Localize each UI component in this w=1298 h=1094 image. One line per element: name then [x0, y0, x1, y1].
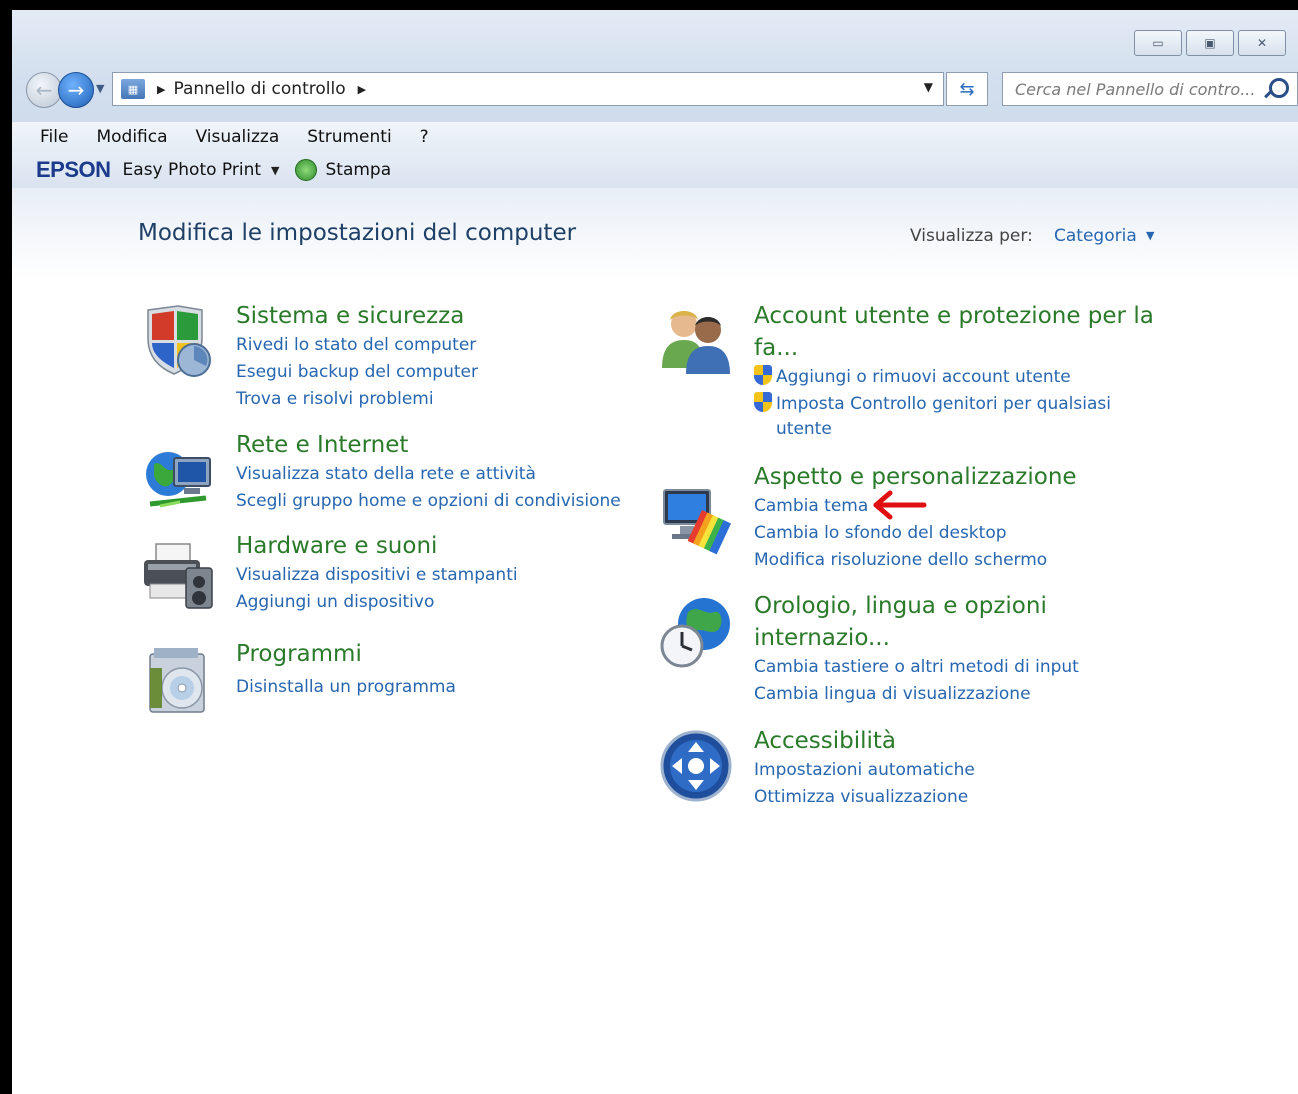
link-backup[interactable]: Esegui backup del computer [236, 359, 478, 386]
accessibility-icon[interactable] [658, 728, 734, 804]
epson-logo: EPSON [36, 157, 111, 182]
control-panel-icon: ▦ [121, 79, 145, 99]
forward-button[interactable]: → [58, 72, 94, 108]
link-devices-printers[interactable]: Visualizza dispositivi e stampanti [236, 562, 518, 589]
link-automatic-settings[interactable]: Impostazioni automatiche [754, 757, 975, 784]
category-title[interactable]: Hardware e suoni [236, 530, 518, 562]
search-icon[interactable] [1269, 78, 1289, 98]
link-uninstall-program[interactable]: Disinstalla un programma [236, 674, 456, 701]
minimize-button[interactable]: ▭ [1134, 30, 1182, 56]
link-review-status[interactable]: Rivedi lo stato del computer [236, 332, 478, 359]
category-hardware-sound: Hardware e suoni Visualizza dispositivi … [236, 530, 518, 616]
close-button[interactable]: ✕ [1238, 30, 1286, 56]
category-network-internet: Rete e Internet Visualizza stato della r… [236, 429, 621, 515]
link-add-device[interactable]: Aggiungi un dispositivo [236, 589, 518, 616]
chevron-down-icon[interactable]: ▼ [1146, 229, 1154, 242]
link-keyboards[interactable]: Cambia tastiere o altri metodi di input [754, 654, 1079, 681]
menu-modifica[interactable]: Modifica [96, 127, 167, 147]
navigation-bar: ← → ▼ ▦ ▶ Pannello di controllo ▶ ▼ ⇆ [26, 70, 1298, 108]
uac-shield-icon [754, 392, 772, 412]
category-title-line2[interactable]: fa... [754, 332, 1154, 364]
search-box[interactable] [1002, 72, 1298, 106]
category-title[interactable]: Sistema e sicurezza [236, 300, 478, 332]
menu-help[interactable]: ? [420, 127, 429, 147]
link-text[interactable]: Imposta Controllo genitori per qualsiasi [776, 394, 1111, 414]
category-title-line1[interactable]: Orologio, lingua e opzioni [754, 590, 1079, 622]
print-button[interactable]: Stampa [325, 160, 391, 180]
printer-speaker-icon[interactable] [140, 538, 216, 614]
category-title-line1[interactable]: Account utente e protezione per la [754, 300, 1154, 332]
network-globe-icon[interactable] [140, 442, 216, 518]
link-network-status[interactable]: Visualizza stato della rete e attività [236, 461, 621, 488]
link-text[interactable]: Aggiungi o rimuovi account utente [776, 367, 1071, 387]
link-optimize-display[interactable]: Ottimizza visualizzazione [754, 784, 975, 811]
annotation-arrow-icon [873, 490, 927, 520]
address-dropdown-icon[interactable]: ▼ [924, 80, 933, 94]
link-homegroup[interactable]: Scegli gruppo home e opzioni di condivis… [236, 488, 621, 515]
menu-visualizza[interactable]: Visualizza [196, 127, 280, 147]
category-title[interactable]: Programmi [236, 638, 456, 670]
chevron-down-icon[interactable]: ▼ [271, 164, 279, 177]
print-icon[interactable] [295, 159, 318, 181]
link-parental-controls[interactable]: Imposta Controllo genitori per qualsiasi [754, 391, 1154, 418]
link-screen-resolution[interactable]: Modifica risoluzione dello schermo [754, 547, 1077, 574]
category-accessibility: Accessibilità Impostazioni automatiche O… [754, 725, 975, 811]
control-panel-window: ▭ ▣ ✕ ← → ▼ ▦ ▶ Pannello di controllo ▶ … [12, 10, 1298, 1094]
user-accounts-icon[interactable] [658, 302, 734, 378]
easy-photo-print-button[interactable]: Easy Photo Print [123, 160, 261, 180]
link-add-remove-accounts[interactable]: Aggiungi o rimuovi account utente [754, 364, 1154, 391]
link-change-background[interactable]: Cambia lo sfondo del desktop [754, 520, 1077, 547]
breadcrumb-control-panel[interactable]: Pannello di controllo [173, 79, 345, 99]
maximize-button[interactable]: ▣ [1186, 30, 1234, 56]
category-title[interactable]: Aspetto e personalizzazione [754, 461, 1077, 493]
menu-bar: File Modifica Visualizza Strumenti ? [12, 122, 1298, 152]
address-bar[interactable]: ▦ ▶ Pannello di controllo ▶ ▼ [112, 72, 944, 106]
window-controls: ▭ ▣ ✕ [1134, 30, 1286, 56]
appearance-monitor-icon[interactable] [658, 480, 734, 556]
search-input[interactable] [1013, 78, 1267, 100]
category-system-security: Sistema e sicurezza Rivedi lo stato del … [236, 300, 478, 413]
refresh-button[interactable]: ⇆ [946, 72, 988, 106]
category-title[interactable]: Rete e Internet [236, 429, 621, 461]
view-by-dropdown[interactable]: Categoria [1054, 226, 1137, 246]
link-parental-controls-cont[interactable]: utente [754, 418, 1154, 440]
category-programs: Programmi Disinstalla un programma [236, 638, 456, 701]
link-troubleshoot[interactable]: Trova e risolvi problemi [236, 386, 478, 413]
breadcrumb-arrow-icon[interactable]: ▶ [157, 83, 165, 96]
programs-disc-icon[interactable] [140, 644, 216, 720]
page-title: Modifica le impostazioni del computer [138, 220, 577, 246]
recent-pages-dropdown-icon[interactable]: ▼ [96, 82, 104, 95]
menu-strumenti[interactable]: Strumenti [307, 127, 391, 147]
window-chrome: ▭ ▣ ✕ ← → ▼ ▦ ▶ Pannello di controllo ▶ … [12, 10, 1298, 122]
uac-shield-icon [754, 365, 772, 385]
category-user-accounts: Account utente e protezione per la fa...… [754, 300, 1154, 440]
category-title-line2[interactable]: internazio... [754, 622, 1079, 654]
link-display-language[interactable]: Cambia lingua di visualizzazione [754, 681, 1079, 708]
shield-icon[interactable] [140, 304, 216, 380]
view-by-label: Visualizza per: [910, 226, 1033, 246]
category-clock-language: Orologio, lingua e opzioni internazio...… [754, 590, 1079, 708]
back-button[interactable]: ← [26, 72, 62, 108]
category-title[interactable]: Accessibilità [754, 725, 975, 757]
clock-globe-icon[interactable] [658, 594, 734, 670]
epson-toolbar: EPSON Easy Photo Print ▼ Stampa [12, 152, 1298, 188]
breadcrumb-arrow-icon[interactable]: ▶ [358, 83, 366, 96]
menu-file[interactable]: File [40, 127, 68, 147]
